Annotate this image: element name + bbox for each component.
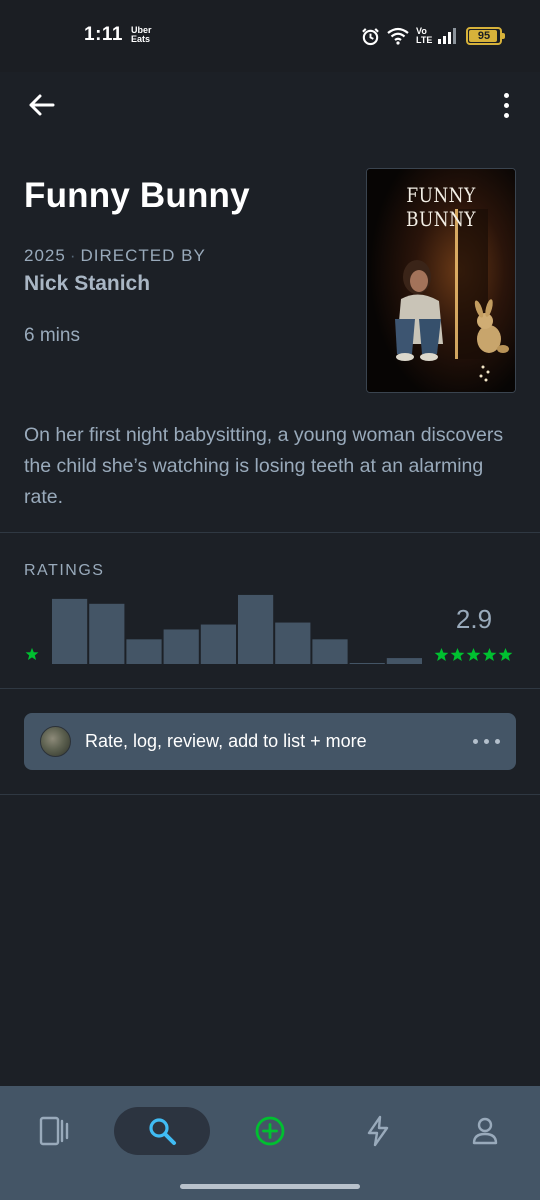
status-icons: Vo LTE 95 <box>361 24 505 48</box>
histogram-bar-2.5[interactable] <box>200 624 236 664</box>
histogram-bar-4[interactable] <box>312 639 348 664</box>
nav-films[interactable] <box>30 1107 78 1155</box>
poster-title: FUNNY BUNNY <box>406 183 476 231</box>
alarm-icon <box>362 27 379 45</box>
average-rating[interactable]: 2.9 <box>440 604 508 635</box>
rate-log-review-button[interactable]: Rate, log, review, add to list + more <box>24 713 516 770</box>
divider <box>0 532 540 533</box>
film-title: Funny Bunny <box>24 176 250 215</box>
film-poster[interactable]: FUNNY BUNNY <box>366 168 516 393</box>
status-bar: 1:11 Uber Eats Vo LTE 95 <box>0 0 540 72</box>
arrow-left-icon <box>29 94 55 116</box>
home-indicator[interactable] <box>180 1184 360 1189</box>
star-icon <box>450 647 465 661</box>
histogram-bar-1.5[interactable] <box>126 639 162 664</box>
battery-icon: 95 <box>466 27 505 45</box>
bottom-navigation <box>0 1086 540 1200</box>
action-label: Rate, log, review, add to list + more <box>85 731 367 751</box>
histogram-bar-3.5[interactable] <box>275 622 311 664</box>
films-icon <box>39 1116 69 1146</box>
star-icon <box>434 647 449 661</box>
more-options-button[interactable] <box>494 86 518 124</box>
star-icon <box>482 647 497 661</box>
star-icon <box>498 647 513 661</box>
user-avatar <box>40 726 71 757</box>
histogram-bar-2[interactable] <box>163 629 199 664</box>
film-runtime: 6 mins <box>24 325 80 346</box>
nav-search[interactable] <box>114 1107 210 1155</box>
five-stars <box>434 647 513 662</box>
director-name[interactable]: Nick Stanich <box>24 272 150 296</box>
more-dots-icon <box>473 739 500 744</box>
film-synopsis[interactable]: On her first night babysitting, a young … <box>24 420 520 513</box>
film-year[interactable]: 2025 <box>24 246 66 265</box>
wifi-icon <box>387 27 409 45</box>
volte-indicator: Vo LTE <box>416 26 433 45</box>
histogram-bar-0.5[interactable] <box>52 598 88 664</box>
battery-level: 95 <box>477 30 491 42</box>
star-icon <box>466 647 481 661</box>
histogram-bar-5[interactable] <box>386 658 422 664</box>
uber-eats-notification-icon: Uber Eats <box>131 25 152 44</box>
ratings-histogram[interactable] <box>52 590 422 664</box>
signal-icon <box>438 28 456 44</box>
nav-add[interactable] <box>246 1107 294 1155</box>
profile-icon <box>472 1117 498 1145</box>
back-button[interactable] <box>22 86 60 124</box>
histogram-bar-3[interactable] <box>238 594 274 664</box>
ratings-heading: RATINGS <box>24 562 105 579</box>
divider <box>0 794 540 795</box>
directed-by-label: DIRECTED BY <box>80 246 206 265</box>
add-icon <box>255 1116 285 1146</box>
search-icon <box>149 1118 176 1145</box>
nav-profile[interactable] <box>461 1107 509 1155</box>
divider <box>0 688 540 689</box>
histogram-bar-4.5[interactable] <box>349 663 385 664</box>
film-detail-screen: 1:11 Uber Eats Vo LTE 95 Funny Bunny 202… <box>0 0 540 1200</box>
single-star-icon <box>25 647 39 661</box>
status-time: 1:11 <box>84 24 123 45</box>
histogram-bar-1[interactable] <box>89 603 125 664</box>
activity-icon <box>367 1115 389 1147</box>
nav-activity[interactable] <box>354 1107 402 1155</box>
film-meta: 2025 · DIRECTED BY <box>24 246 206 265</box>
